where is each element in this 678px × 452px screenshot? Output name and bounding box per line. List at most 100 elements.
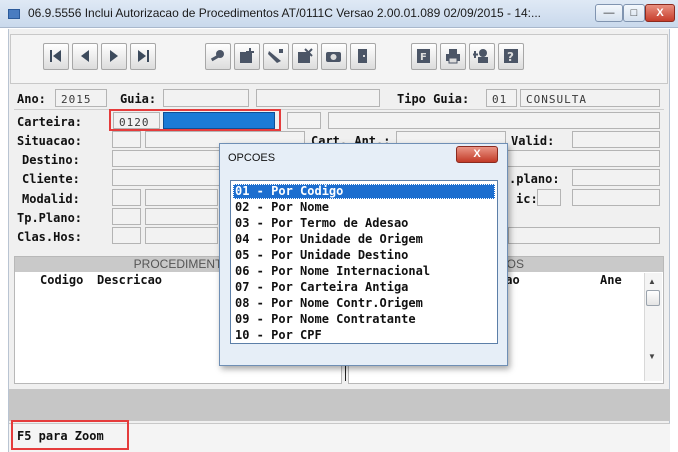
- plano-field[interactable]: [572, 169, 660, 186]
- clas-hos-desc-field: [145, 227, 218, 244]
- close-icon: X: [656, 7, 664, 19]
- option-item[interactable]: 08 - Por Nome Contr.Origem: [233, 296, 495, 311]
- next-record-button[interactable]: [101, 43, 127, 70]
- close-button[interactable]: X: [645, 4, 675, 22]
- scroll-down-icon[interactable]: ▼: [648, 352, 656, 361]
- options-dialog-close-button[interactable]: X: [456, 146, 498, 163]
- ano-field[interactable]: 2015: [55, 89, 107, 107]
- status-hint: F5 para Zoom: [17, 429, 104, 443]
- edit-icon: [268, 49, 283, 63]
- svg-text:F: F: [420, 52, 427, 63]
- option-item[interactable]: 04 - Por Unidade de Origem: [233, 232, 495, 247]
- carteira-name-field: [328, 112, 660, 129]
- modalid-code-field[interactable]: [112, 189, 141, 206]
- ic-label: ic:: [516, 192, 538, 206]
- options-dialog-title: OPCOES: [228, 152, 276, 164]
- col-descricao[interactable]: Descricao: [97, 273, 162, 287]
- first-record-button[interactable]: [43, 43, 69, 70]
- last-record-icon: [138, 50, 149, 62]
- guia-field[interactable]: [163, 89, 249, 107]
- bottom-panel: [9, 389, 670, 421]
- modalid-desc-field: [145, 189, 218, 206]
- delete-icon: [298, 48, 313, 63]
- guia-label: Guia:: [120, 92, 157, 106]
- scroll-up-icon[interactable]: ▲: [648, 277, 656, 286]
- tp-plano-desc-field: [145, 208, 218, 225]
- minimize-button[interactable]: —: [595, 4, 623, 22]
- tp-plano-code-field[interactable]: [112, 208, 141, 225]
- carteira-value: 0120: [119, 116, 150, 129]
- grid-divider: [345, 364, 346, 381]
- col-ane[interactable]: Ane: [600, 273, 622, 287]
- tipo-guia-code-field[interactable]: 01: [486, 89, 517, 107]
- ano-value: 2015: [61, 93, 92, 106]
- clas-hos-code-field[interactable]: [112, 227, 141, 244]
- option-item[interactable]: 03 - Por Termo de Adesao: [233, 216, 495, 231]
- delete-button[interactable]: [292, 43, 318, 70]
- situacao-code-field[interactable]: [112, 131, 141, 148]
- maximize-icon: □: [630, 7, 638, 19]
- close-icon: X: [473, 148, 481, 160]
- exit-door-icon: [358, 49, 367, 63]
- guia-value: [164, 93, 169, 106]
- situacao-label: Situacao:: [17, 134, 83, 148]
- filter-icon: F: [417, 49, 430, 63]
- app-icon: [8, 9, 20, 19]
- minimize-icon: —: [603, 7, 615, 19]
- camera-icon: [326, 52, 341, 62]
- tipo-guia-desc: CONSULTA: [526, 93, 587, 106]
- print-icon: [446, 49, 460, 64]
- add-icon: [240, 48, 254, 63]
- previous-record-button[interactable]: [72, 43, 98, 70]
- modalid-label: Modalid:: [22, 192, 80, 206]
- option-item[interactable]: 02 - Por Nome: [233, 200, 495, 215]
- option-item[interactable]: 01 - Por Codigo: [233, 184, 495, 199]
- cliente-label: Cliente:: [22, 172, 80, 186]
- maximize-button[interactable]: □: [623, 4, 645, 22]
- carteira-number-field[interactable]: [163, 112, 275, 129]
- carteira-digit-field[interactable]: [287, 112, 321, 129]
- tp-plano-label: Tp.Plano:: [17, 211, 83, 225]
- help-icon: ?: [504, 49, 518, 64]
- tipo-guia-label: Tipo Guia:: [397, 92, 470, 106]
- clas-hos-label: Clas.Hos:: [17, 230, 83, 244]
- exit-button[interactable]: [350, 43, 376, 70]
- option-item[interactable]: 09 - Por Nome Contratante: [233, 312, 495, 327]
- tipo-guia-desc-field: CONSULTA: [520, 89, 660, 107]
- option-item[interactable]: 10 - Por CPF: [233, 328, 495, 343]
- svg-text:?: ?: [507, 50, 514, 64]
- scroll-thumb[interactable]: [646, 290, 660, 306]
- plano-label: .plano:: [509, 172, 560, 186]
- first-record-icon: [50, 50, 61, 62]
- ano-label: Ano:: [17, 92, 46, 106]
- clas-hos-extra-field: [508, 227, 660, 244]
- option-item[interactable]: 06 - Por Nome Internacional: [233, 264, 495, 279]
- carteira-label: Carteira:: [17, 115, 83, 129]
- option-item[interactable]: 05 - Por Unidade Destino: [233, 248, 495, 263]
- destino-label: Destino:: [22, 153, 80, 167]
- next-record-icon: [110, 50, 118, 62]
- previous-record-icon: [81, 50, 89, 62]
- ic-field[interactable]: [537, 189, 561, 206]
- camera-button[interactable]: [321, 43, 347, 70]
- valid-label: Valid:: [511, 134, 555, 148]
- option-item[interactable]: 07 - Por Carteira Antiga: [233, 280, 495, 295]
- last-record-button[interactable]: [130, 43, 156, 70]
- add-button[interactable]: [234, 43, 260, 70]
- col-codigo[interactable]: Codigo: [40, 273, 83, 287]
- edit-button[interactable]: [263, 43, 289, 70]
- user-add-icon: [473, 49, 488, 63]
- ic-desc-field: [572, 189, 660, 206]
- help-button[interactable]: ?: [498, 43, 524, 70]
- guia-extra-field[interactable]: [256, 89, 380, 107]
- carteira-prefix-field[interactable]: 0120: [113, 112, 160, 129]
- valid-field[interactable]: [572, 131, 660, 148]
- tipo-guia-code: 01: [492, 93, 508, 106]
- search-person-icon: [210, 50, 224, 62]
- cliente-code-field[interactable]: [112, 169, 224, 186]
- print-button[interactable]: [440, 43, 466, 70]
- search-person-button[interactable]: [205, 43, 231, 70]
- filter-button[interactable]: F: [411, 43, 437, 70]
- user-add-button[interactable]: [469, 43, 495, 70]
- window-title: 06.9.5556 Inclui Autorizacao de Procedim…: [28, 6, 542, 20]
